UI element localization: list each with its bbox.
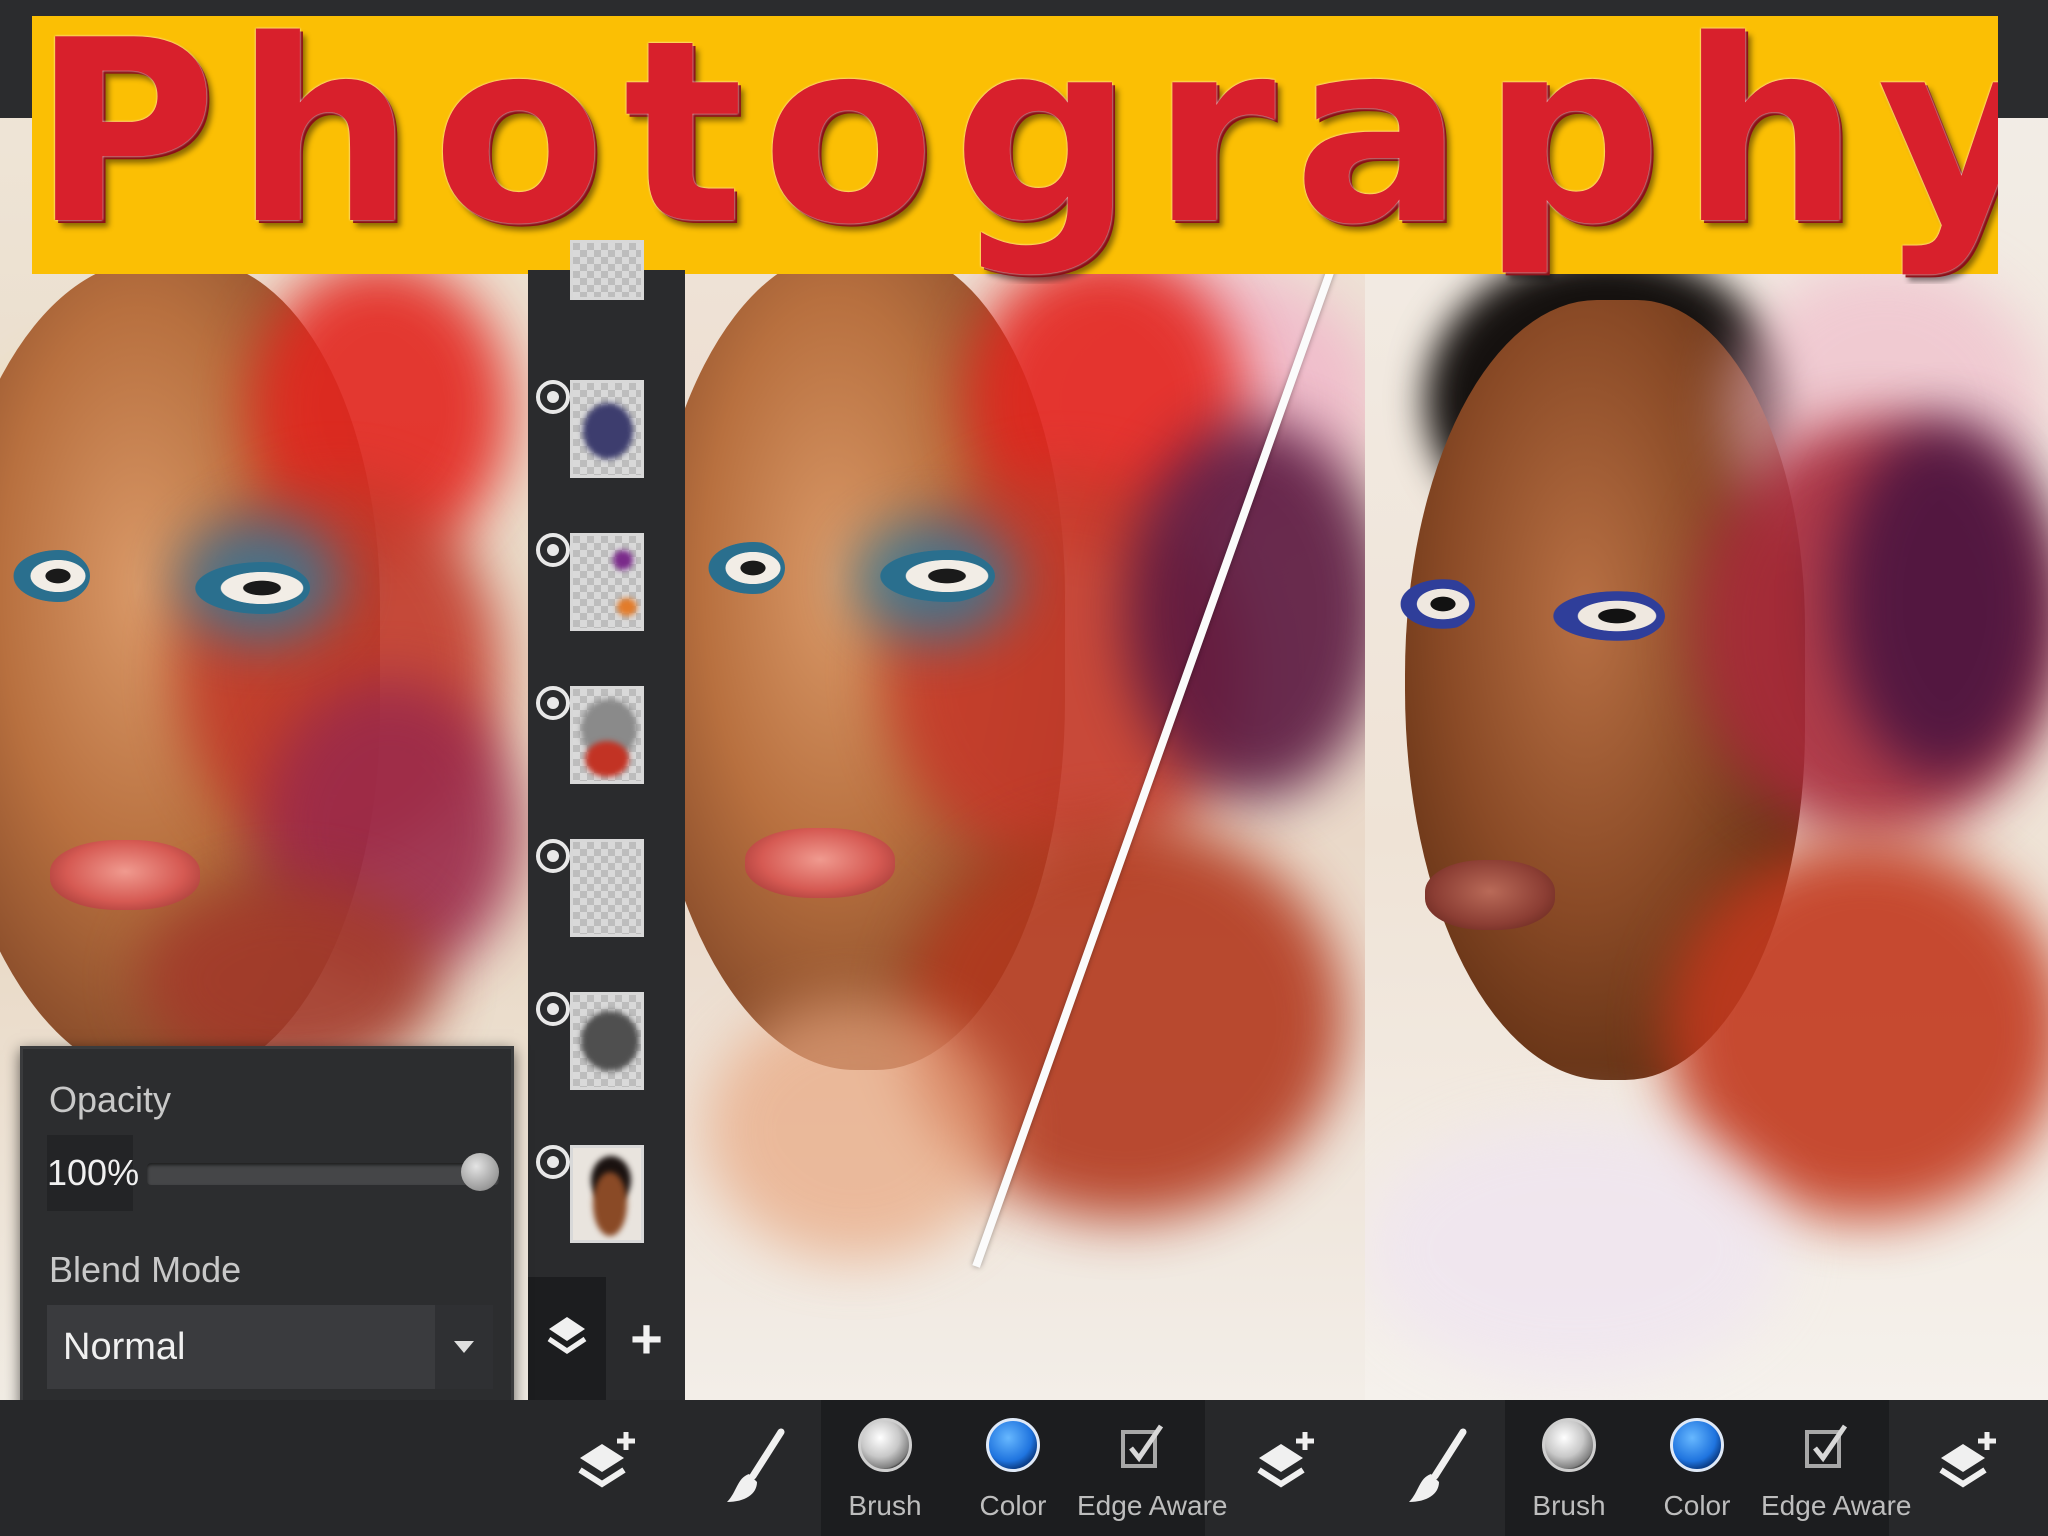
brush-radio-icon	[1542, 1418, 1596, 1472]
bottom-toolbar-middle: Brush Color Edge Aware	[685, 1400, 1365, 1536]
layer-thumbnail[interactable]	[570, 839, 644, 937]
layer-item[interactable]	[528, 523, 685, 673]
layer-visibility-radio[interactable]	[536, 992, 570, 1026]
add-layer-tool[interactable]	[1205, 1400, 1365, 1536]
layer-item[interactable]	[528, 370, 685, 520]
add-layer-tool[interactable]	[1889, 1400, 2048, 1536]
brush-radio-icon	[858, 1418, 912, 1472]
layer-item[interactable]	[528, 676, 685, 826]
brush-size-option[interactable]: Brush	[1505, 1400, 1633, 1536]
toolbar-layers-segment	[528, 1400, 685, 1536]
layer-visibility-radio[interactable]	[536, 1145, 570, 1179]
blend-mode-select[interactable]: Normal	[47, 1305, 493, 1389]
opacity-value[interactable]: 100%	[47, 1135, 139, 1211]
brush-tool-button[interactable]	[1365, 1400, 1505, 1536]
add-layer-icon	[578, 1432, 635, 1488]
layer-item[interactable]	[528, 829, 685, 979]
checkbox-checked-icon	[1121, 1424, 1164, 1468]
add-layer-tool[interactable]	[528, 1400, 685, 1536]
opacity-label: Opacity	[49, 1079, 172, 1120]
layer-thumbnail[interactable]	[570, 533, 644, 631]
color-option[interactable]: Color	[949, 1400, 1077, 1536]
layer-visibility-radio[interactable]	[536, 380, 570, 414]
opacity-slider-handle[interactable]	[461, 1153, 499, 1191]
layer-item[interactable]	[528, 1135, 685, 1285]
edge-aware-label: Edge Aware	[1761, 1490, 1912, 1521]
layer-thumbnail[interactable]	[570, 240, 644, 300]
opacity-slider[interactable]	[147, 1153, 499, 1191]
blend-mode-label: Blend Mode	[49, 1249, 242, 1290]
toolbar-left-base	[0, 1400, 528, 1536]
bottom-toolbar-right: Brush Color Edge Aware	[1365, 1400, 2048, 1536]
layer-item[interactable]	[528, 982, 685, 1132]
edge-aware-label: Edge Aware	[1077, 1490, 1228, 1521]
brush-option-label: Brush	[848, 1490, 922, 1521]
color-option[interactable]: Color	[1633, 1400, 1761, 1536]
layers-tab-button[interactable]	[528, 1277, 606, 1400]
layer-thumbnail[interactable]	[570, 686, 644, 784]
layers-icon	[547, 1316, 587, 1354]
edge-aware-option[interactable]: Edge Aware	[1077, 1400, 1228, 1536]
checkbox-checked-icon	[1805, 1424, 1848, 1468]
brush-size-option[interactable]: Brush	[821, 1400, 949, 1536]
layer-thumbnail[interactable]	[570, 1145, 644, 1243]
paintbrush-icon	[727, 1428, 785, 1502]
brush-tool-button[interactable]	[685, 1400, 821, 1536]
blend-mode-value: Normal	[63, 1326, 186, 1368]
title-text: Photography	[32, 0, 1998, 280]
layers-panel	[528, 240, 685, 1400]
color-radio-icon	[1670, 1418, 1724, 1472]
brush-option-label: Brush	[1532, 1490, 1606, 1521]
layer-thumbnail[interactable]	[570, 992, 644, 1090]
layer-visibility-radio[interactable]	[536, 839, 570, 873]
add-layer-icon	[1939, 1432, 1996, 1488]
layers-footer: +	[528, 1277, 685, 1400]
blend-dropdown-button[interactable]	[435, 1305, 493, 1389]
color-option-label: Color	[979, 1490, 1047, 1521]
color-option-label: Color	[1663, 1490, 1731, 1521]
add-layer-icon	[1257, 1432, 1314, 1488]
layer-visibility-radio[interactable]	[536, 533, 570, 567]
paintbrush-icon	[1409, 1428, 1467, 1502]
add-layer-button[interactable]: +	[608, 1277, 685, 1400]
color-radio-icon	[986, 1418, 1040, 1472]
chevron-down-icon	[454, 1341, 474, 1353]
edge-aware-option[interactable]: Edge Aware	[1761, 1400, 1912, 1536]
layer-visibility-radio[interactable]	[536, 686, 570, 720]
layer-item[interactable]	[528, 240, 685, 390]
layer-thumbnail[interactable]	[570, 380, 644, 478]
